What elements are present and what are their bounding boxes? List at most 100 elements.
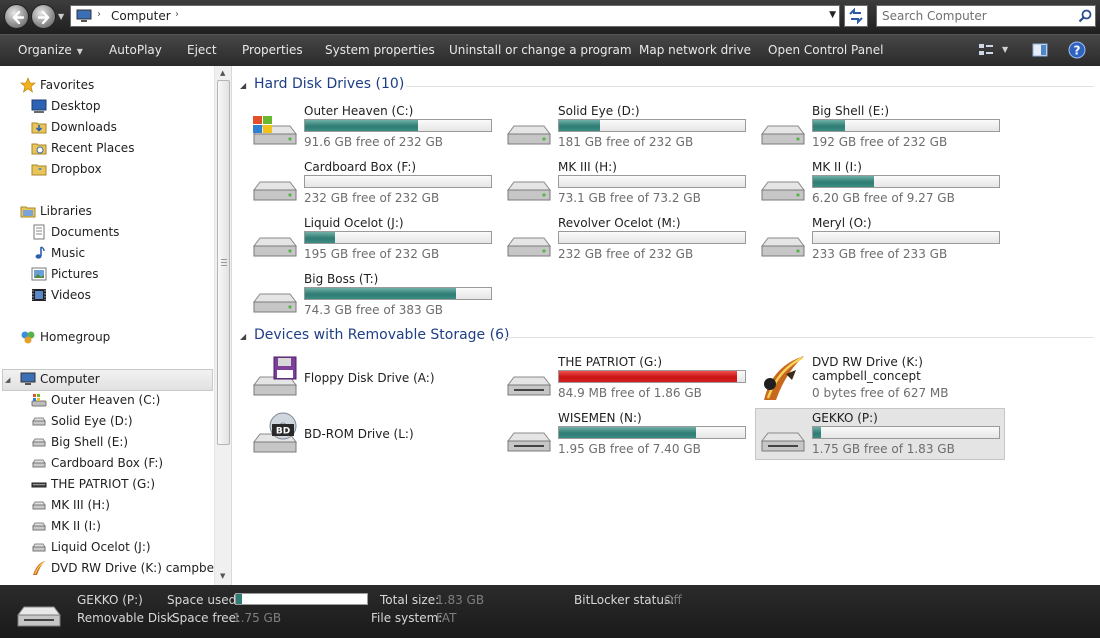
nav-scrollbar[interactable]: ▲ ▼	[214, 66, 231, 585]
drive-tile-l[interactable]: BD BD-ROM Drive (L:)	[248, 409, 498, 461]
removable-group-header[interactable]: ◢ Devices with Removable Storage (6)	[240, 327, 1094, 347]
nav-downloads-label: Downloads	[51, 120, 117, 134]
nav-computer[interactable]: Computer	[20, 369, 100, 389]
nav-videos-label: Videos	[51, 288, 91, 302]
change-view-button[interactable]	[978, 42, 994, 61]
nav-drive-e[interactable]: Big Shell (E:)	[31, 432, 128, 452]
address-dropdown-icon[interactable]: ▼	[829, 10, 836, 20]
drive-tile-j[interactable]: Liquid Ocelot (J:) 195 GB free of 232 GB	[248, 214, 498, 266]
drive-tile-c[interactable]: Outer Heaven (C:) 91.6 GB free of 232 GB	[248, 102, 498, 154]
nav-favorites[interactable]: Favorites	[20, 75, 94, 95]
group-title: Hard Disk Drives (10)	[254, 76, 405, 92]
nav-music[interactable]: Music	[31, 243, 85, 263]
nav-desktop-label: Desktop	[51, 99, 101, 113]
nav-desktop[interactable]: Desktop	[31, 96, 101, 116]
scroll-thumb[interactable]	[217, 80, 230, 445]
nav-homegroup[interactable]: Homegroup	[20, 327, 110, 347]
nav-drive-f[interactable]: Cardboard Box (F:)	[31, 453, 163, 473]
search-input[interactable]	[882, 6, 1072, 26]
capacity-bar	[812, 175, 1000, 188]
address-field[interactable]: › Computer › ▼	[70, 5, 840, 27]
drive-tile-n[interactable]: WISEMEN (N:) 1.95 GB free of 7.40 GB	[502, 409, 752, 461]
drive-tile-e[interactable]: Big Shell (E:) 192 GB free of 232 GB	[756, 102, 1006, 154]
drive-name: THE PATRIOT (G:)	[558, 355, 662, 369]
capacity-bar	[304, 287, 492, 300]
search-box[interactable]	[876, 5, 1096, 27]
hdd-group-header[interactable]: ◢ Hard Disk Drives (10)	[240, 76, 1094, 96]
drive-tile-p[interactable]: GEKKO (P:) 1.75 GB free of 1.83 GB	[755, 408, 1005, 460]
nav-drive-label: MK III (H:)	[51, 498, 110, 512]
back-button[interactable]	[4, 4, 29, 29]
collapse-icon[interactable]: ◢	[240, 332, 246, 341]
nav-libraries[interactable]: Libraries	[20, 201, 92, 221]
nav-drive-i[interactable]: MK II (I:)	[31, 516, 101, 536]
nav-recent-places[interactable]: Recent Places	[31, 138, 134, 158]
breadcrumb-separator-icon[interactable]: ›	[97, 9, 101, 20]
capacity-bar	[304, 231, 492, 244]
map-network-drive-button[interactable]: Map network drive	[639, 43, 751, 57]
nav-downloads[interactable]: Downloads	[31, 117, 117, 137]
drive-name: DVD RW Drive (K:)	[812, 355, 923, 369]
drive-tile-m[interactable]: Revolver Ocelot (M:) 232 GB free of 232 …	[502, 214, 752, 266]
nav-drive-k[interactable]: DVD RW Drive (K:) campbell_concept	[31, 558, 231, 578]
nav-videos[interactable]: Videos	[31, 285, 91, 305]
refresh-button[interactable]	[844, 5, 868, 27]
drive-tile-o[interactable]: Meryl (O:) 233 GB free of 233 GB	[756, 214, 1006, 266]
homegroup-icon	[21, 331, 35, 344]
nav-drive-c[interactable]: Outer Heaven (C:)	[31, 390, 160, 410]
organize-button[interactable]: Organize ▼	[18, 43, 83, 57]
drive-tile-g[interactable]: THE PATRIOT (G:) 84.9 MB free of 1.86 GB	[502, 353, 752, 405]
nav-pictures[interactable]: Pictures	[31, 264, 99, 284]
search-icon[interactable]	[1078, 9, 1092, 23]
removable-drive-icon	[761, 432, 805, 452]
nav-drive-d[interactable]: Solid Eye (D:)	[31, 411, 133, 431]
nav-drive-label: Big Shell (E:)	[51, 435, 129, 449]
hard-drive-icon	[32, 501, 46, 510]
open-control-panel-button[interactable]: Open Control Panel	[768, 43, 883, 57]
drive-tile-k[interactable]: DVD RW Drive (K:) campbell_concept 0 byt…	[756, 353, 1006, 405]
collapse-icon[interactable]: ◢	[240, 81, 246, 90]
capacity-fill	[813, 120, 845, 131]
free-space-text: 91.6 GB free of 232 GB	[304, 135, 443, 149]
help-button[interactable]: ?	[1068, 41, 1086, 62]
nav-documents[interactable]: Documents	[31, 222, 119, 242]
chevron-down-icon: ▼	[76, 47, 83, 56]
expand-arrow-icon[interactable]: ◢	[5, 376, 10, 384]
forward-button[interactable]	[31, 4, 56, 29]
nav-drive-g[interactable]: THE PATRIOT (G:)	[31, 474, 155, 494]
capacity-fill	[813, 176, 875, 187]
nav-dropbox[interactable]: Dropbox	[31, 159, 102, 179]
drive-name: BD-ROM Drive (L:)	[304, 427, 414, 441]
free-space-text: 181 GB free of 232 GB	[558, 135, 694, 149]
system-properties-button[interactable]: System properties	[325, 43, 435, 57]
properties-button[interactable]: Properties	[242, 43, 303, 57]
scroll-down-icon[interactable]: ▼	[220, 572, 225, 580]
drive-name: Floppy Disk Drive (A:)	[304, 371, 435, 385]
autoplay-button[interactable]: AutoPlay	[109, 43, 162, 57]
uninstall-program-button[interactable]: Uninstall or change a program	[449, 43, 632, 57]
hard-drive-icon	[253, 181, 297, 201]
drive-name: Solid Eye (D:)	[558, 104, 640, 118]
nav-drive-j[interactable]: Liquid Ocelot (J:)	[31, 537, 151, 557]
space-used-label: Space used:	[167, 593, 241, 607]
recent-places-icon	[31, 143, 47, 155]
nav-documents-label: Documents	[51, 225, 120, 239]
nav-drive-h[interactable]: MK III (H:)	[31, 495, 110, 515]
drive-tile-t[interactable]: Big Boss (T:) 74.3 GB free of 383 GB	[248, 270, 498, 322]
preview-pane-button[interactable]	[1032, 42, 1048, 61]
capacity-fill	[305, 120, 418, 131]
drive-name: GEKKO (P:)	[812, 411, 878, 425]
drive-tile-f[interactable]: Cardboard Box (F:) 232 GB free of 232 GB	[248, 158, 498, 210]
view-dropdown-icon[interactable]: ▼	[1002, 45, 1008, 54]
breadcrumb-computer[interactable]: Computer	[111, 9, 171, 23]
drive-tile-h[interactable]: MK III (H:) 73.1 GB free of 73.2 GB	[502, 158, 752, 210]
drive-tile-i[interactable]: MK II (I:) 6.20 GB free of 9.27 GB	[756, 158, 1006, 210]
breadcrumb-separator-icon[interactable]: ›	[175, 9, 179, 20]
nav-drive-label: Outer Heaven (C:)	[51, 393, 161, 407]
eject-button[interactable]: Eject	[187, 43, 217, 57]
recent-pages-dropdown[interactable]: ▼	[58, 12, 66, 21]
drive-name: Outer Heaven (C:)	[304, 104, 414, 118]
drive-tile-a[interactable]: Floppy Disk Drive (A:)	[248, 353, 498, 405]
scroll-up-icon[interactable]: ▲	[220, 69, 225, 77]
drive-tile-d[interactable]: Solid Eye (D:) 181 GB free of 232 GB	[502, 102, 752, 154]
